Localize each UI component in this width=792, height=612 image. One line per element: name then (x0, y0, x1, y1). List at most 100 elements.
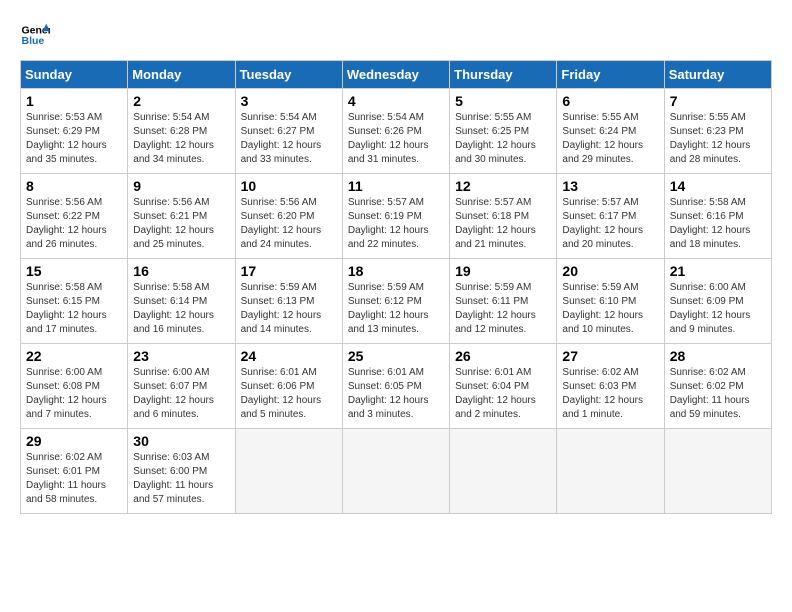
calendar-row-2: 8 Sunrise: 5:56 AMSunset: 6:22 PMDaylight… (21, 174, 772, 259)
calendar-cell: 4 Sunrise: 5:54 AMSunset: 6:26 PMDaylight… (342, 89, 449, 174)
day-number: 6 (562, 93, 658, 109)
calendar-table: SundayMondayTuesdayWednesdayThursdayFrid… (20, 60, 772, 514)
day-number: 26 (455, 348, 551, 364)
calendar-cell: 12 Sunrise: 5:57 AMSunset: 6:18 PMDayligh… (450, 174, 557, 259)
calendar-cell: 16Sunrise: 5:58 AMSunset: 6:14 PMDayligh… (128, 259, 235, 344)
calendar-cell: 27 Sunrise: 6:02 AMSunset: 6:03 PMDayligh… (557, 344, 664, 429)
calendar-cell: 5 Sunrise: 5:55 AMSunset: 6:25 PMDaylight… (450, 89, 557, 174)
day-info: Sunrise: 6:02 AMSunset: 6:02 PMDaylight:… (670, 366, 766, 422)
day-info: Sunrise: 6:03 AMSunset: 6:00 PMDaylight:… (133, 451, 229, 507)
calendar-cell: 20 Sunrise: 5:59 AMSunset: 6:10 PMDayligh… (557, 259, 664, 344)
day-number: 2 (133, 93, 229, 109)
day-info: Sunrise: 5:54 AMSunset: 6:28 PMDaylight:… (133, 111, 229, 167)
day-info: Sunrise: 5:56 AMSunset: 6:21 PMDaylight:… (133, 196, 229, 252)
day-info: Sunrise: 5:56 AMSunset: 6:20 PMDaylight:… (241, 196, 337, 252)
calendar-cell: 11 Sunrise: 5:57 AMSunset: 6:19 PMDayligh… (342, 174, 449, 259)
day-number: 18 (348, 263, 444, 279)
weekday-header-friday: Friday (557, 61, 664, 89)
calendar-cell: 30 Sunrise: 6:03 AMSunset: 6:00 PMDayligh… (128, 429, 235, 514)
calendar-cell: 7 Sunrise: 5:55 AMSunset: 6:23 PMDaylight… (664, 89, 771, 174)
calendar-cell: 1 Sunrise: 5:53 AMSunset: 6:29 PMDaylight… (21, 89, 128, 174)
weekday-header-tuesday: Tuesday (235, 61, 342, 89)
day-number: 1 (26, 93, 122, 109)
calendar-cell: 23 Sunrise: 6:00 AMSunset: 6:07 PMDayligh… (128, 344, 235, 429)
day-info: Sunrise: 6:02 AMSunset: 6:01 PMDaylight:… (26, 451, 122, 507)
day-info: Sunrise: 5:58 AMSunset: 6:14 PMDaylight:… (133, 281, 229, 337)
calendar-cell: 3 Sunrise: 5:54 AMSunset: 6:27 PMDaylight… (235, 89, 342, 174)
calendar-cell: 25 Sunrise: 6:01 AMSunset: 6:05 PMDayligh… (342, 344, 449, 429)
day-number: 21 (670, 263, 766, 279)
day-number: 3 (241, 93, 337, 109)
calendar-cell (450, 429, 557, 514)
calendar-cell: 28 Sunrise: 6:02 AMSunset: 6:02 PMDayligh… (664, 344, 771, 429)
day-number: 25 (348, 348, 444, 364)
weekday-header-row: SundayMondayTuesdayWednesdayThursdayFrid… (21, 61, 772, 89)
day-info: Sunrise: 5:57 AMSunset: 6:18 PMDaylight:… (455, 196, 551, 252)
day-number: 8 (26, 178, 122, 194)
day-number: 20 (562, 263, 658, 279)
day-number: 24 (241, 348, 337, 364)
day-number: 10 (241, 178, 337, 194)
page-header: General Blue (20, 20, 772, 50)
calendar-row-1: 1 Sunrise: 5:53 AMSunset: 6:29 PMDaylight… (21, 89, 772, 174)
day-info: Sunrise: 5:53 AMSunset: 6:29 PMDaylight:… (26, 111, 122, 167)
day-info: Sunrise: 6:00 AMSunset: 6:07 PMDaylight:… (133, 366, 229, 422)
calendar-cell: 17 Sunrise: 5:59 AMSunset: 6:13 PMDayligh… (235, 259, 342, 344)
calendar-cell: 10 Sunrise: 5:56 AMSunset: 6:20 PMDayligh… (235, 174, 342, 259)
day-number: 4 (348, 93, 444, 109)
calendar-cell: 19Sunrise: 5:59 AMSunset: 6:11 PMDayligh… (450, 259, 557, 344)
day-info: Sunrise: 6:01 AMSunset: 6:05 PMDaylight:… (348, 366, 444, 422)
calendar-cell (235, 429, 342, 514)
calendar-cell: 26 Sunrise: 6:01 AMSunset: 6:04 PMDayligh… (450, 344, 557, 429)
day-info: Sunrise: 5:54 AMSunset: 6:27 PMDaylight:… (241, 111, 337, 167)
day-number: 27 (562, 348, 658, 364)
day-number: 9 (133, 178, 229, 194)
day-info: Sunrise: 6:00 AMSunset: 6:08 PMDaylight:… (26, 366, 122, 422)
calendar-cell: 2 Sunrise: 5:54 AMSunset: 6:28 PMDaylight… (128, 89, 235, 174)
day-info: Sunrise: 5:55 AMSunset: 6:23 PMDaylight:… (670, 111, 766, 167)
day-info: Sunrise: 6:02 AMSunset: 6:03 PMDaylight:… (562, 366, 658, 422)
calendar-cell: 22 Sunrise: 6:00 AMSunset: 6:08 PMDayligh… (21, 344, 128, 429)
day-info: Sunrise: 5:59 AMSunset: 6:13 PMDaylight:… (241, 281, 337, 337)
calendar-cell (342, 429, 449, 514)
calendar-cell: 15 Sunrise: 5:58 AMSunset: 6:15 PMDayligh… (21, 259, 128, 344)
day-info: Sunrise: 5:56 AMSunset: 6:22 PMDaylight:… (26, 196, 122, 252)
logo: General Blue (20, 20, 50, 50)
day-number: 14 (670, 178, 766, 194)
day-number: 23 (133, 348, 229, 364)
day-info: Sunrise: 5:58 AMSunset: 6:15 PMDaylight:… (26, 281, 122, 337)
calendar-cell: 24 Sunrise: 6:01 AMSunset: 6:06 PMDayligh… (235, 344, 342, 429)
day-number: 28 (670, 348, 766, 364)
day-number: 12 (455, 178, 551, 194)
calendar-cell: 6 Sunrise: 5:55 AMSunset: 6:24 PMDaylight… (557, 89, 664, 174)
calendar-row-4: 22 Sunrise: 6:00 AMSunset: 6:08 PMDayligh… (21, 344, 772, 429)
day-number: 11 (348, 178, 444, 194)
day-number: 5 (455, 93, 551, 109)
day-info: Sunrise: 5:59 AMSunset: 6:10 PMDaylight:… (562, 281, 658, 337)
day-number: 13 (562, 178, 658, 194)
day-number: 30 (133, 433, 229, 449)
day-number: 22 (26, 348, 122, 364)
calendar-row-3: 15 Sunrise: 5:58 AMSunset: 6:15 PMDayligh… (21, 259, 772, 344)
day-info: Sunrise: 6:01 AMSunset: 6:06 PMDaylight:… (241, 366, 337, 422)
calendar-cell: 29Sunrise: 6:02 AMSunset: 6:01 PMDayligh… (21, 429, 128, 514)
weekday-header-saturday: Saturday (664, 61, 771, 89)
calendar-cell: 13 Sunrise: 5:57 AMSunset: 6:17 PMDayligh… (557, 174, 664, 259)
day-info: Sunrise: 6:01 AMSunset: 6:04 PMDaylight:… (455, 366, 551, 422)
day-info: Sunrise: 5:55 AMSunset: 6:24 PMDaylight:… (562, 111, 658, 167)
day-info: Sunrise: 5:57 AMSunset: 6:19 PMDaylight:… (348, 196, 444, 252)
svg-text:Blue: Blue (22, 35, 45, 47)
calendar-cell (664, 429, 771, 514)
calendar-cell: 9 Sunrise: 5:56 AMSunset: 6:21 PMDaylight… (128, 174, 235, 259)
day-info: Sunrise: 5:58 AMSunset: 6:16 PMDaylight:… (670, 196, 766, 252)
day-info: Sunrise: 5:54 AMSunset: 6:26 PMDaylight:… (348, 111, 444, 167)
day-number: 17 (241, 263, 337, 279)
day-number: 19 (455, 263, 551, 279)
day-info: Sunrise: 5:55 AMSunset: 6:25 PMDaylight:… (455, 111, 551, 167)
day-number: 15 (26, 263, 122, 279)
day-number: 7 (670, 93, 766, 109)
day-info: Sunrise: 5:57 AMSunset: 6:17 PMDaylight:… (562, 196, 658, 252)
calendar-cell: 8 Sunrise: 5:56 AMSunset: 6:22 PMDaylight… (21, 174, 128, 259)
calendar-cell: 14 Sunrise: 5:58 AMSunset: 6:16 PMDayligh… (664, 174, 771, 259)
day-info: Sunrise: 6:00 AMSunset: 6:09 PMDaylight:… (670, 281, 766, 337)
